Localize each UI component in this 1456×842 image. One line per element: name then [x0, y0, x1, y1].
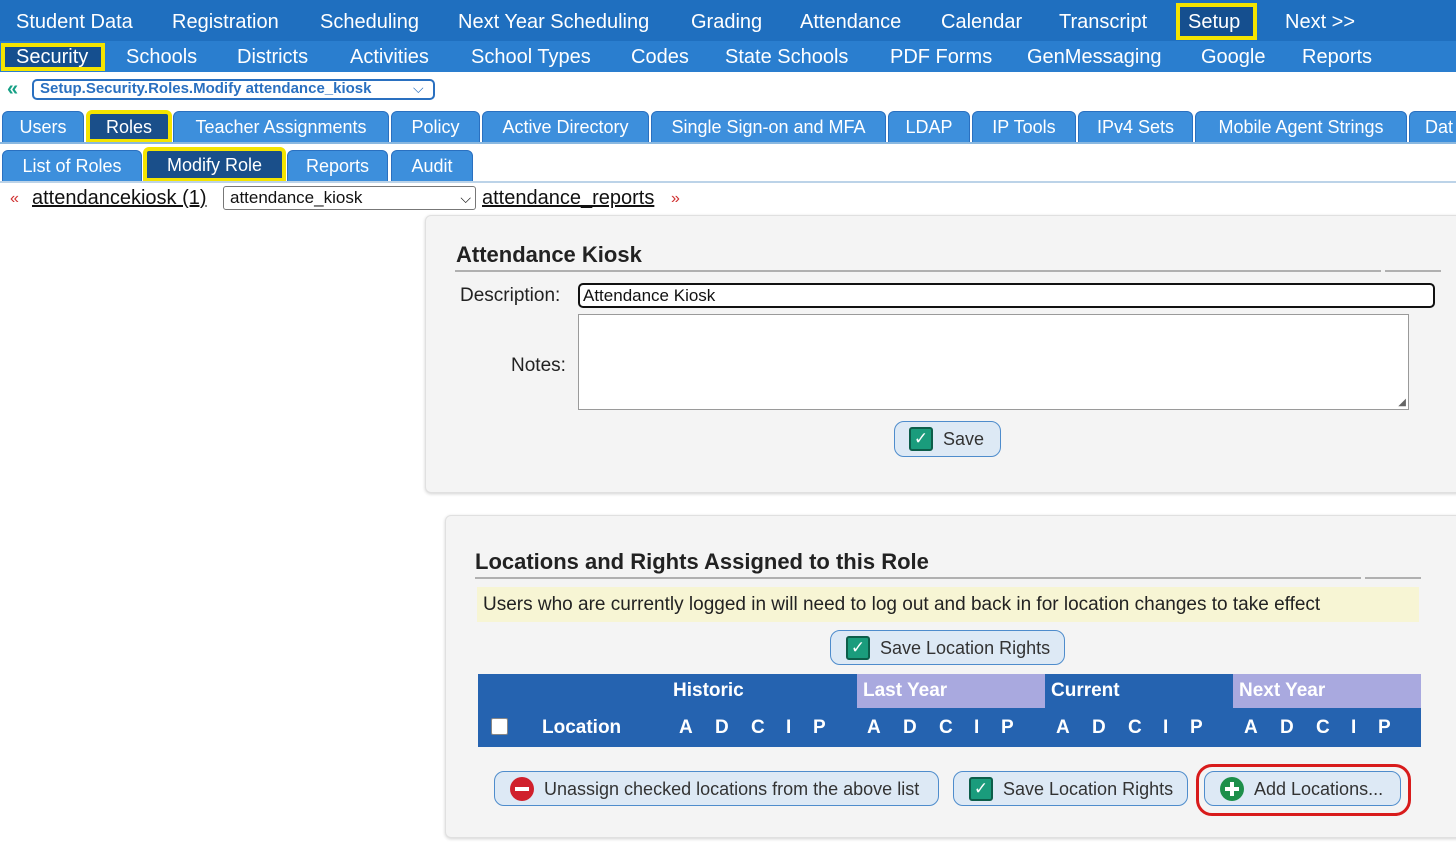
logout-notice: Users who are currently logged in will n… [477, 587, 1419, 622]
subnav-state-schools[interactable]: State Schools [725, 47, 848, 67]
checkmark-icon: ✓ [846, 635, 870, 660]
previous-role-link[interactable]: attendancekiosk (1) [32, 188, 207, 208]
save-location-rights-bottom-label: Save Location Rights [1003, 778, 1174, 799]
next-role-link[interactable]: attendance_reports [482, 188, 654, 208]
annotation-highlight [1196, 764, 1411, 816]
subnav-schools[interactable]: Schools [126, 47, 197, 67]
previous-arrow-icon[interactable]: « [10, 190, 19, 208]
next-arrow-icon[interactable]: » [671, 190, 680, 208]
notes-field[interactable]: ◢ [578, 314, 1409, 410]
locations-title-rule-end [1365, 577, 1421, 579]
tab-mobile-agent-strings[interactable]: Mobile Agent Strings [1195, 111, 1407, 143]
subnav-google[interactable]: Google [1201, 47, 1266, 67]
next-year-p-header: P [1378, 717, 1391, 738]
current-p-header: P [1190, 717, 1203, 738]
last-year-a-header: A [867, 717, 881, 738]
last-year-c-header: C [939, 717, 953, 738]
tab-dat[interactable]: Dat [1409, 111, 1456, 143]
notes-label: Notes: [511, 355, 566, 376]
unassign-locations-label: Unassign checked locations from the abov… [544, 778, 920, 799]
save-location-rights-top-label: Save Location Rights [880, 637, 1051, 658]
tab-policy[interactable]: Policy [391, 111, 480, 143]
next-year-a-header: A [1244, 717, 1258, 738]
title-rule-end [1385, 270, 1441, 272]
subtab-modify-role[interactable]: Modify Role [143, 147, 286, 182]
current-a-header: A [1056, 717, 1070, 738]
last-year-p-header: P [1001, 717, 1014, 738]
nav-transcript[interactable]: Transcript [1059, 12, 1147, 32]
tab-roles[interactable]: Roles [86, 110, 172, 143]
historic-d-header: D [715, 717, 729, 738]
next-year-d-header: D [1280, 717, 1294, 738]
subnav-school-types[interactable]: School Types [471, 47, 591, 67]
save-location-rights-top-button[interactable]: ✓ Save Location Rights [830, 630, 1065, 665]
save-button-label: Save [943, 429, 985, 449]
nav-registration[interactable]: Registration [172, 12, 279, 32]
header-current: Current [1045, 674, 1233, 708]
header-next-year: Next Year [1233, 674, 1421, 708]
historic-a-header: A [679, 717, 693, 738]
tab-active-directory[interactable]: Active Directory [482, 111, 649, 143]
header-last-year: Last Year [857, 674, 1045, 708]
unassign-locations-button[interactable]: Unassign checked locations from the abov… [494, 771, 939, 806]
current-i-header: I [1163, 717, 1169, 738]
subtab-reports[interactable]: Reports [287, 150, 388, 182]
checkmark-icon: ✓ [969, 776, 993, 801]
select-all-checkbox[interactable] [491, 718, 508, 735]
location-column-header: Location [542, 717, 622, 738]
tab-users[interactable]: Users [2, 111, 84, 143]
next-year-i-header: I [1351, 717, 1357, 738]
locations-title: Locations and Rights Assigned to this Ro… [475, 549, 929, 574]
current-c-header: C [1128, 717, 1142, 738]
save-location-rights-bottom-button[interactable]: ✓ Save Location Rights [953, 771, 1188, 806]
description-label: Description: [460, 285, 561, 306]
subnav-districts[interactable]: Districts [237, 47, 308, 67]
subnav-activities[interactable]: Activities [350, 47, 429, 67]
remove-icon [510, 776, 534, 801]
tab-ip-tools[interactable]: IP Tools [972, 111, 1076, 143]
next-year-c-header: C [1316, 717, 1330, 738]
role-select[interactable]: attendance_kiosk ⌵ [223, 186, 476, 210]
tab-ldap[interactable]: LDAP [888, 111, 970, 143]
locations-title-rule [475, 577, 1361, 579]
breadcrumb-text: Setup.Security.Roles.Modify attendance_k… [40, 80, 372, 97]
last-year-d-header: D [903, 717, 917, 738]
subnav-genmessaging[interactable]: GenMessaging [1027, 47, 1162, 67]
nav-next[interactable]: Next >> [1285, 12, 1355, 32]
nav-scheduling[interactable]: Scheduling [320, 12, 419, 32]
nav-student-data[interactable]: Student Data [16, 12, 133, 32]
nav-attendance[interactable]: Attendance [800, 12, 901, 32]
save-button[interactable]: ✓ Save [894, 421, 1001, 457]
tab-ipv4-sets[interactable]: IPv4 Sets [1078, 111, 1193, 143]
historic-p-header: P [813, 717, 826, 738]
historic-c-header: C [751, 717, 765, 738]
role-title: Attendance Kiosk [456, 242, 642, 267]
resize-grip-icon[interactable]: ◢ [1398, 397, 1406, 408]
header-historic: Historic [478, 674, 857, 708]
tab-single-sign-on-mfa[interactable]: Single Sign-on and MFA [651, 111, 886, 143]
chevron-down-icon: ⌵ [413, 80, 424, 96]
nav-calendar[interactable]: Calendar [941, 12, 1022, 32]
last-year-i-header: I [974, 717, 980, 738]
title-rule [455, 270, 1381, 272]
subtab-audit[interactable]: Audit [391, 150, 473, 182]
collapse-left-icon[interactable]: « [7, 79, 18, 99]
historic-i-header: I [786, 717, 792, 738]
subtab-divider [0, 181, 1456, 183]
subtab-list-of-roles[interactable]: List of Roles [2, 150, 142, 182]
current-d-header: D [1092, 717, 1106, 738]
chevron-down-icon: ⌵ [460, 190, 471, 206]
subnav-pdf-forms[interactable]: PDF Forms [890, 47, 992, 67]
nav-next-year-scheduling[interactable]: Next Year Scheduling [458, 12, 649, 32]
subnav-codes[interactable]: Codes [631, 47, 689, 67]
description-field[interactable]: Attendance Kiosk [578, 283, 1435, 308]
tab-teacher-assignments[interactable]: Teacher Assignments [173, 111, 389, 143]
nav-grading[interactable]: Grading [691, 12, 762, 32]
subnav-security[interactable]: Security [16, 47, 88, 67]
nav-setup[interactable]: Setup [1188, 12, 1240, 32]
subnav-reports[interactable]: Reports [1302, 47, 1372, 67]
tab-divider [0, 142, 1456, 144]
role-select-value: attendance_kiosk [230, 188, 363, 207]
checkmark-icon: ✓ [909, 427, 933, 451]
